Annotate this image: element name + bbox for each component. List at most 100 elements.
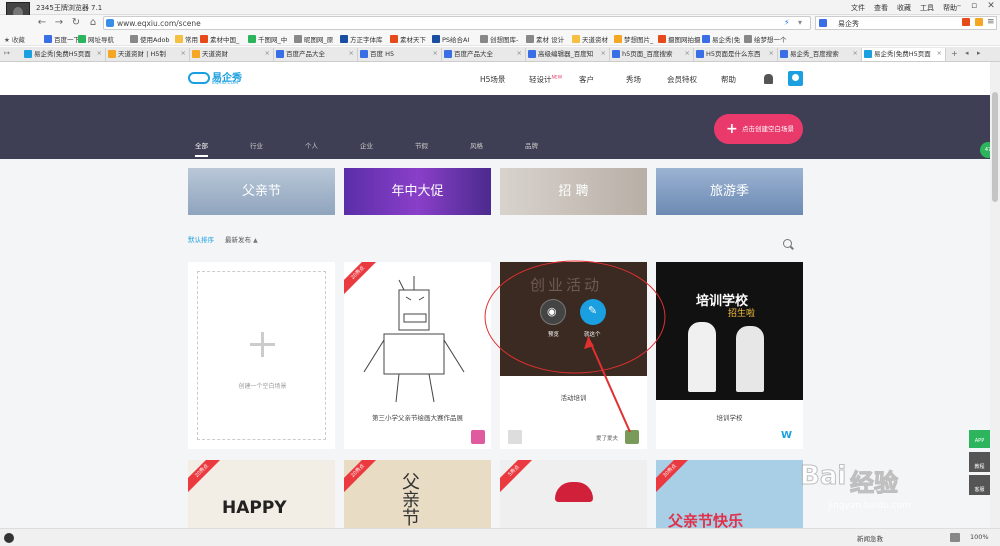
home-icon[interactable]: ⌂ — [87, 17, 99, 29]
bookmark-item[interactable]: 绘梦想一个 — [744, 34, 787, 44]
close-tab-icon[interactable]: × — [853, 49, 858, 57]
dropdown-icon[interactable]: ▾ — [798, 18, 802, 27]
close-icon[interactable]: ✕ — [983, 1, 999, 13]
browser-tab[interactable]: 百度产品大全 × — [274, 48, 358, 61]
banner-travel[interactable]: 旅游季 — [656, 168, 803, 215]
tab-nav-icon[interactable]: ↦ — [4, 49, 10, 57]
template-card-row2[interactable]: 30秀点 父亲节快乐 — [656, 460, 803, 528]
category-tab-all[interactable]: 全部 — [195, 140, 208, 157]
template-card[interactable]: 培训学校 招生啦 培训学校 W — [656, 262, 803, 449]
close-tab-icon[interactable]: × — [601, 49, 606, 57]
template-card-row2[interactable]: 5秀点 — [500, 460, 647, 528]
menu-file[interactable]: 文件 — [851, 3, 865, 13]
side-app-button[interactable]: APP — [969, 430, 990, 448]
side-service-button[interactable]: 客服 — [969, 475, 990, 495]
nav-customer[interactable]: 客户 — [579, 74, 594, 85]
browser-tab-active[interactable]: 易企秀|免费H5页面 × — [862, 48, 946, 61]
banner-recruit[interactable]: 招 聘 — [500, 168, 647, 215]
menu-icon[interactable]: ≡ — [987, 17, 995, 27]
bookmark-item[interactable]: 素材 设计 — [526, 34, 564, 44]
close-tab-icon[interactable]: × — [181, 49, 186, 57]
sort-latest[interactable]: 最新发布 ▲ — [225, 234, 258, 244]
browser-tab[interactable]: h5页面_百度搜索 × — [610, 48, 694, 61]
close-tab-icon[interactable]: × — [937, 49, 942, 57]
banner-fathers-day[interactable]: 父亲节 — [188, 168, 335, 215]
bookmark-item[interactable]: 摄图网拍摄 — [658, 34, 701, 44]
bookmark-item[interactable]: 易企秀|免 — [702, 34, 740, 44]
create-blank-card[interactable]: 创建一个空白场景 — [188, 262, 335, 449]
nav-light-design[interactable]: 轻设计NEW — [529, 74, 562, 85]
float-badge[interactable]: 47 — [980, 142, 990, 158]
user-icon[interactable] — [788, 71, 803, 86]
browser-tab[interactable]: 天道资财 | H5制 × — [106, 48, 190, 61]
browser-search[interactable]: 易企秀 ≡ — [815, 16, 997, 30]
maximize-icon[interactable]: ▫ — [966, 1, 982, 13]
bookmark-item[interactable]: 昵图网_原 — [294, 34, 333, 44]
minimize-icon[interactable]: – — [951, 1, 967, 13]
bookmark-item[interactable]: 素材中国_ — [200, 34, 239, 44]
template-card-row2[interactable]: 20秀点 HAPPY — [188, 460, 335, 528]
bookmark-item[interactable]: 常用 — [175, 34, 198, 44]
nav-membership[interactable]: 会员特权 — [667, 74, 697, 85]
page-scrollbar[interactable] — [990, 62, 1000, 528]
back-icon[interactable]: ← — [36, 17, 48, 29]
category-tab-holiday[interactable]: 节假 — [415, 140, 428, 150]
refresh-icon[interactable]: ↻ — [70, 17, 82, 29]
browser-tab[interactable]: 易企秀_百度搜索 × — [778, 48, 862, 61]
bookmark-item[interactable]: 网址导航 — [78, 34, 114, 44]
new-tab-icon[interactable]: + — [951, 49, 958, 58]
browser-tab[interactable]: 天道资财 × — [190, 48, 274, 61]
browser-tab[interactable]: H5页面是什么东西 × — [694, 48, 778, 61]
browser-tab[interactable]: 高级编辑器_百度知 × — [526, 48, 610, 61]
category-tab-industry[interactable]: 行业 — [250, 140, 263, 150]
template-card[interactable]: 20秀点 第三小学父亲节绘画大赛作品展 — [344, 262, 491, 449]
browser-tab[interactable]: 百度 H5 × — [358, 48, 442, 61]
bookmark-item[interactable]: 方正字体库 — [340, 34, 383, 44]
nav-h5[interactable]: H5场景 — [480, 74, 505, 85]
zoom-level[interactable]: 100% — [970, 533, 989, 541]
side-tutorial-button[interactable]: 教程 — [969, 452, 990, 472]
sort-default[interactable]: 默认排序 — [188, 234, 214, 244]
close-tab-icon[interactable]: × — [349, 49, 354, 57]
bookmark-item[interactable]: 素材天下 — [390, 34, 426, 44]
browser-tab[interactable]: 百度产品大全 × — [442, 48, 526, 61]
scrollbar-thumb[interactable] — [992, 92, 998, 202]
category-tab-brand[interactable]: 品牌 — [525, 140, 538, 150]
nav-help[interactable]: 帮助 — [721, 74, 736, 85]
close-tab-icon[interactable]: × — [517, 49, 522, 57]
bookmark-item[interactable]: 天道资材 — [572, 34, 608, 44]
close-tab-icon[interactable]: × — [97, 49, 102, 57]
bookmark-item[interactable]: 千图网_中 — [248, 34, 287, 44]
extension-icon[interactable] — [962, 18, 970, 26]
close-tab-icon[interactable]: × — [769, 49, 774, 57]
tab-scroll-right-icon[interactable]: ▸ — [977, 49, 981, 57]
forward-icon[interactable]: → — [53, 17, 65, 29]
menu-favorites[interactable]: 收藏 — [897, 3, 911, 13]
status-news[interactable]: 新闻急救 — [857, 533, 883, 543]
bookmark-item[interactable]: 使用Adob — [130, 34, 170, 44]
lightning-icon[interactable]: ⚡ — [784, 18, 790, 27]
bookmark-item[interactable]: PS给合AI — [432, 34, 469, 44]
menu-view[interactable]: 查看 — [874, 3, 888, 13]
bookmark-item[interactable]: 梦想图片_ — [614, 34, 653, 44]
extension2-icon[interactable] — [975, 18, 983, 26]
menu-tools[interactable]: 工具 — [920, 3, 934, 13]
banner-midyear-sale[interactable]: 年中大促 — [344, 168, 491, 215]
nav-showcase[interactable]: 秀场 — [626, 74, 641, 85]
search-icon[interactable] — [783, 239, 792, 248]
template-card-row2[interactable]: 20秀点 父亲节 — [344, 460, 491, 528]
close-tab-icon[interactable]: × — [265, 49, 270, 57]
create-blank-scene-button[interactable]: + 点击创建空白场景 — [714, 114, 803, 144]
status-screen-icon[interactable] — [950, 533, 960, 542]
tab-scroll-left-icon[interactable]: ◂ — [965, 49, 969, 57]
close-tab-icon[interactable]: × — [685, 49, 690, 57]
url-field[interactable]: www.eqxiu.com/scene ⚡ ▾ — [103, 16, 811, 30]
search-engine-icon[interactable] — [819, 19, 827, 27]
category-tab-enterprise[interactable]: 企业 — [360, 140, 373, 150]
favorites-star-icon[interactable]: ★ 收藏 — [4, 34, 25, 44]
category-tab-style[interactable]: 风格 — [470, 140, 483, 150]
browser-tab[interactable]: 易企秀|免费H5页面 × — [22, 48, 106, 61]
bookmark-item[interactable]: 创想图库- — [480, 34, 518, 44]
close-tab-icon[interactable]: × — [433, 49, 438, 57]
bell-icon[interactable] — [764, 74, 773, 84]
